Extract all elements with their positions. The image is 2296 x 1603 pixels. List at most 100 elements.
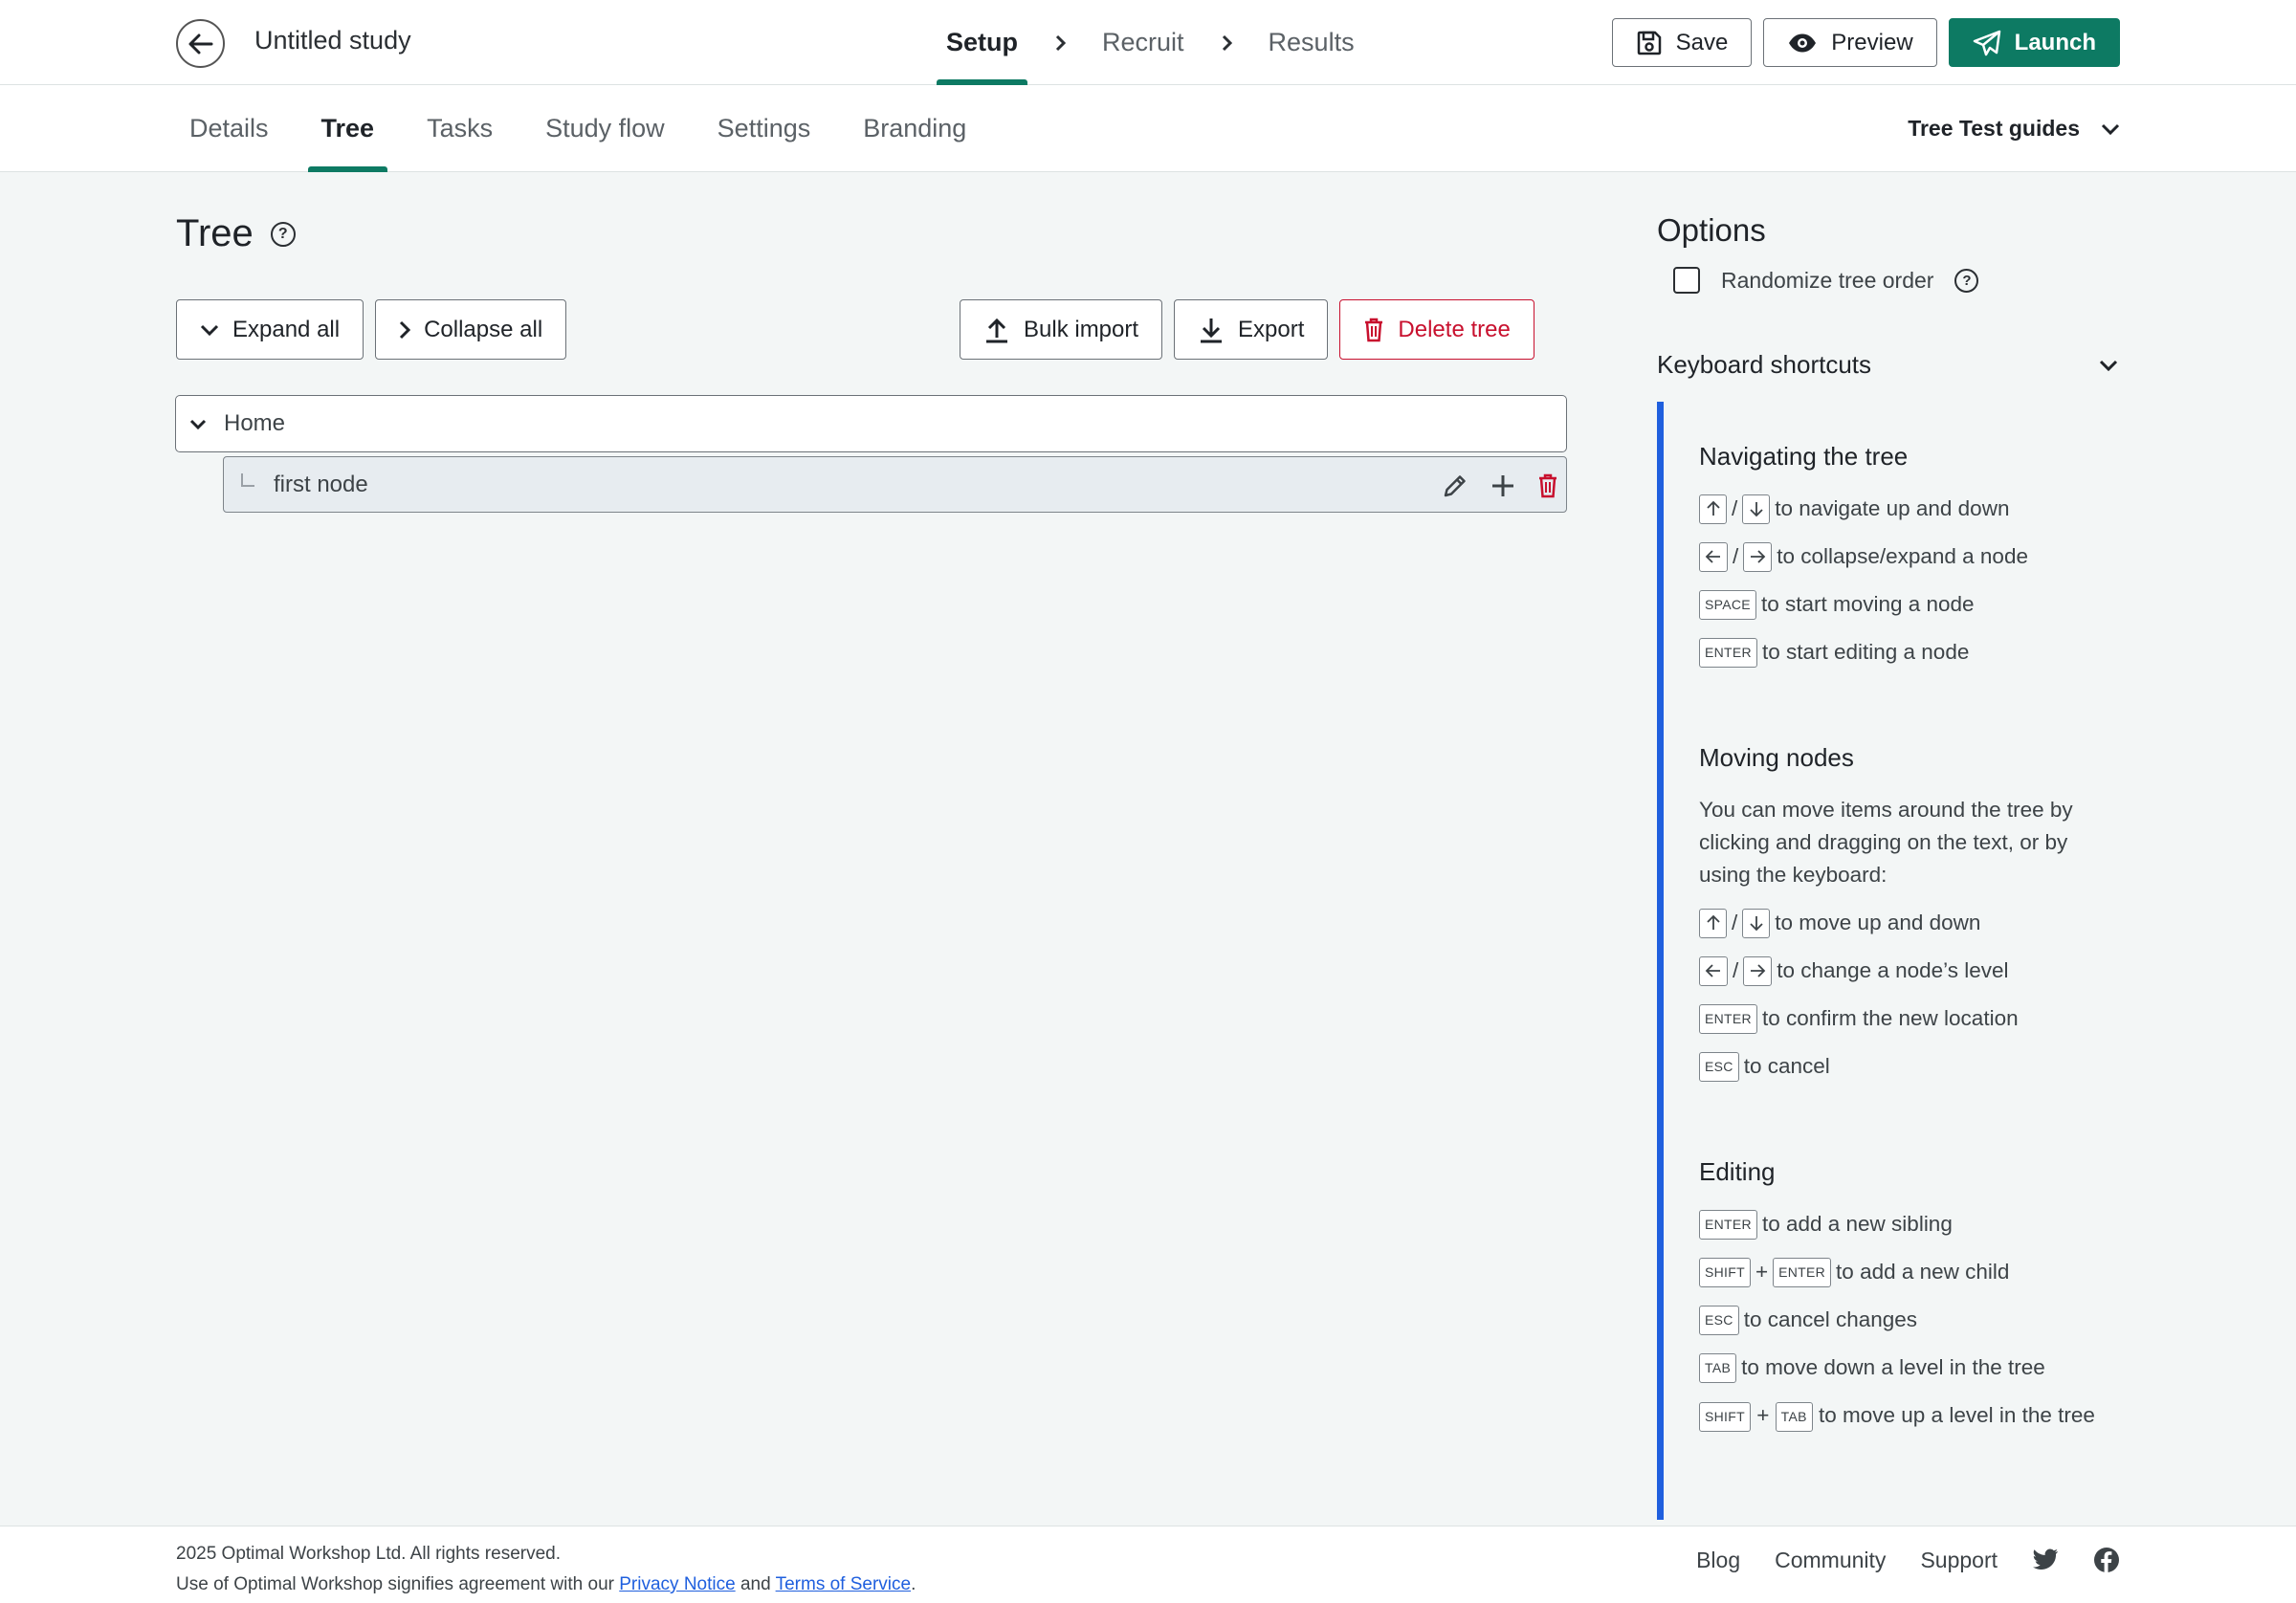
shortcut-text: to move up a level in the tree <box>1818 1403 2095 1427</box>
shortcut-text: to add a new sibling <box>1761 1212 1953 1236</box>
shortcuts-navigating: Navigating the tree / to navigate up and… <box>1699 442 2118 669</box>
esc-key: ESC <box>1699 1305 1739 1335</box>
shortcut-text: to move down a level in the tree <box>1741 1355 2045 1379</box>
keyboard-shortcuts-title: Keyboard shortcuts <box>1657 350 1872 379</box>
enter-key: ENTER <box>1773 1257 1832 1287</box>
collapse-all-button[interactable]: Collapse all <box>375 299 567 360</box>
root-node-label[interactable]: Home <box>224 410 285 437</box>
shortcut-row: SPACE to start moving a node <box>1699 588 2118 621</box>
separator: / <box>1732 496 1738 520</box>
help-icon[interactable]: ? <box>270 221 296 247</box>
tab-study-flow[interactable]: Study flow <box>532 85 678 172</box>
setup-tabs: Details Tree Tasks Study flow Settings B… <box>176 85 1005 172</box>
tree-elbow-icon <box>241 472 254 487</box>
facebook-icon[interactable] <box>2093 1547 2120 1573</box>
launch-button[interactable]: Launch <box>1948 18 2120 67</box>
floppy-disk-icon <box>1637 31 1661 55</box>
footer-legal: 2025 Optimal Workshop Ltd. All rights re… <box>176 1539 916 1600</box>
launch-label: Launch <box>2014 29 2096 55</box>
arrow-up-key-icon <box>1699 494 1727 524</box>
chevron-down-icon[interactable] <box>189 419 207 429</box>
terms-of-service-link[interactable]: Terms of Service <box>776 1574 911 1594</box>
plus-icon[interactable] <box>1490 472 1516 499</box>
section-title: Editing <box>1699 1157 1776 1186</box>
privacy-notice-link[interactable]: Privacy Notice <box>619 1574 735 1594</box>
save-button[interactable]: Save <box>1611 18 1753 67</box>
pencil-icon[interactable] <box>1442 472 1468 499</box>
back-button[interactable] <box>176 19 225 68</box>
delete-tree-label: Delete tree <box>1398 316 1511 342</box>
arrow-left-icon <box>188 33 212 54</box>
separator: / <box>1733 544 1739 568</box>
chevron-right-icon <box>1031 34 1089 52</box>
bulk-import-label: Bulk import <box>1024 316 1139 342</box>
shortcut-row: / to navigate up and down <box>1699 493 2118 525</box>
step-recruit[interactable]: Recruit <box>1089 0 1198 85</box>
shortcut-row: ENTER to start editing a node <box>1699 636 2118 669</box>
keyboard-shortcuts-toggle[interactable]: Keyboard shortcuts <box>1657 350 2118 380</box>
arrow-right-key-icon <box>1743 541 1773 572</box>
tab-details[interactable]: Details <box>176 85 282 172</box>
page-title: Tree <box>176 212 254 254</box>
export-button[interactable]: Export <box>1174 299 1329 360</box>
tab-settings[interactable]: Settings <box>704 85 825 172</box>
tree-toolbar-left: Expand all Collapse all <box>176 299 567 360</box>
collapse-all-label: Collapse all <box>424 316 543 342</box>
step-results[interactable]: Results <box>1255 0 1368 85</box>
shortcut-row: ESC to cancel changes <box>1699 1304 2118 1336</box>
blog-link[interactable]: Blog <box>1696 1548 1740 1573</box>
shortcuts-moving: Moving nodes You can move items around t… <box>1699 743 2118 1083</box>
plus-separator: + <box>1755 1260 1769 1284</box>
tab-branding[interactable]: Branding <box>850 85 980 172</box>
tree-test-guides-dropdown[interactable]: Tree Test guides <box>1908 85 2120 172</box>
arrow-down-key-icon <box>1742 494 1771 524</box>
chevron-down-icon <box>2099 360 2118 371</box>
arrow-right-key-icon <box>1743 955 1773 986</box>
study-title[interactable]: Untitled study <box>254 26 411 55</box>
shortcut-text: to change a node’s level <box>1777 958 2009 982</box>
tree-toolbar-right: Bulk import Export Delete tree <box>960 299 1534 360</box>
support-link[interactable]: Support <box>1920 1548 1998 1573</box>
footer-links: Blog Community Support <box>1696 1526 2120 1593</box>
tree-node-child[interactable]: first node <box>223 456 1567 513</box>
shortcut-row: / to change a node’s level <box>1699 955 2118 987</box>
eye-icon <box>1789 33 1817 52</box>
esc-key: ESC <box>1699 1051 1739 1082</box>
enter-key: ENTER <box>1699 1209 1757 1240</box>
tab-key: TAB <box>1775 1401 1813 1432</box>
arrow-up-key-icon <box>1699 908 1727 938</box>
twitter-icon[interactable] <box>2032 1548 2059 1571</box>
shortcut-row: ESC to cancel <box>1699 1050 2118 1083</box>
tree-node-root[interactable]: Home <box>175 395 1567 452</box>
delete-tree-button[interactable]: Delete tree <box>1339 299 1534 360</box>
trash-icon[interactable] <box>1537 473 1558 498</box>
tab-tasks[interactable]: Tasks <box>413 85 506 172</box>
separator: / <box>1732 911 1738 934</box>
preview-button[interactable]: Preview <box>1763 18 1937 67</box>
study-steps: Setup Recruit Results <box>933 0 1368 85</box>
top-bar: Untitled study Setup Recruit Results Sav… <box>0 0 2296 85</box>
randomize-checkbox[interactable] <box>1673 267 1700 294</box>
shortcut-text: to collapse/expand a node <box>1777 544 2028 568</box>
step-setup[interactable]: Setup <box>933 0 1031 85</box>
chevron-right-icon <box>400 320 411 339</box>
page-title-row: Tree ? <box>176 212 296 255</box>
chevron-down-icon <box>2101 123 2120 135</box>
shortcut-row: SHIFT + ENTER to add a new child <box>1699 1256 2118 1288</box>
shift-key: SHIFT <box>1699 1257 1751 1287</box>
bulk-import-button[interactable]: Bulk import <box>960 299 1163 360</box>
expand-all-button[interactable]: Expand all <box>176 299 364 360</box>
agreement-line: Use of Optimal Workshop signifies agreem… <box>176 1570 916 1600</box>
paper-plane-icon <box>1973 30 2000 55</box>
tab-tree[interactable]: Tree <box>307 85 388 172</box>
help-icon[interactable]: ? <box>1954 268 1979 293</box>
agreement-text: Use of Optimal Workshop signifies agreem… <box>176 1574 614 1594</box>
child-node-label[interactable]: first node <box>274 472 368 498</box>
arrow-left-key-icon <box>1699 955 1728 986</box>
enter-key: ENTER <box>1699 1003 1757 1034</box>
randomize-label[interactable]: Randomize tree order <box>1721 268 1933 294</box>
tab-key: TAB <box>1699 1352 1737 1383</box>
community-link[interactable]: Community <box>1775 1548 1886 1573</box>
shift-key: SHIFT <box>1699 1401 1751 1432</box>
chevron-down-icon <box>200 324 219 336</box>
